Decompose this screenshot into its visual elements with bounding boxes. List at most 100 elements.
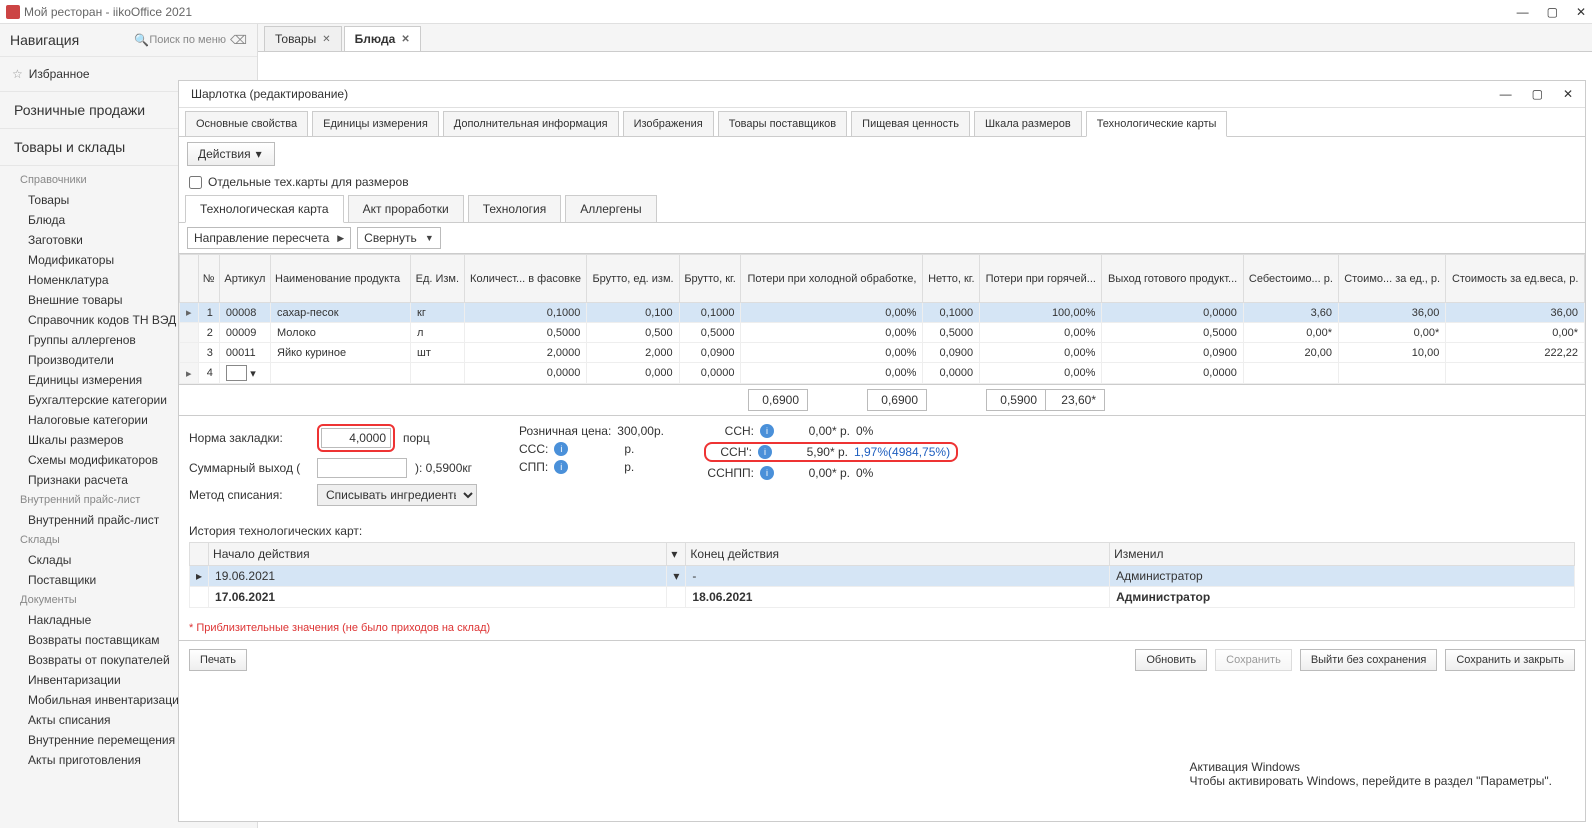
col-hot[interactable]: Потери при горячей... (980, 255, 1102, 303)
col-gross-kg[interactable]: Брутто, кг. (679, 255, 741, 303)
col-unit[interactable]: Ед. Изм. (411, 255, 465, 303)
hist-col-start[interactable]: Начало действия (209, 543, 667, 566)
col-unitcost[interactable]: Стоимо... за ед., р. (1338, 255, 1445, 303)
ptab-techcards[interactable]: Технологические карты (1086, 111, 1228, 137)
arrow-right-icon: ▶ (337, 233, 344, 244)
cell: 0,100 (587, 303, 679, 323)
refresh-button[interactable]: Обновить (1135, 649, 1207, 671)
col-out[interactable]: Выход готового продукт... (1102, 255, 1243, 303)
table-row[interactable]: ▸4 ▾0,00000,0000,00000,00%0,00000,00%0,0… (180, 363, 1585, 384)
cell: 0,0900 (1102, 343, 1243, 363)
cell (1243, 363, 1338, 384)
minimize-icon[interactable]: — (1517, 5, 1529, 19)
retail-label: Розничная цена: (519, 424, 611, 438)
maximize-icon[interactable]: ▢ (1547, 5, 1558, 19)
close-icon[interactable]: ✕ (1563, 87, 1573, 101)
cell: 100,00% (980, 303, 1102, 323)
tab-tovary-label: Товары (275, 32, 316, 46)
ptab-units[interactable]: Единицы измерения (312, 111, 439, 137)
info-icon[interactable]: i (758, 445, 772, 459)
cell (180, 323, 199, 343)
col-net[interactable]: Нетто, кг. (923, 255, 980, 303)
search-placeholder[interactable]: Поиск по меню (149, 34, 226, 46)
total-gkg: 0,6900 (748, 389, 808, 411)
info-icon[interactable]: i (554, 460, 568, 474)
col-name[interactable]: Наименование продукта (271, 255, 411, 303)
ptab-main[interactable]: Основные свойства (185, 111, 308, 137)
recalc-combo[interactable]: Направление пересчета ▶ (187, 227, 351, 249)
dropdown-icon[interactable]: ▾ (667, 566, 686, 587)
col-weightcost[interactable]: Стоимость за ед.веса, p. (1446, 255, 1585, 303)
sum-input[interactable] (317, 458, 407, 478)
cell: 0,00% (980, 323, 1102, 343)
hist-col-by[interactable]: Изменил (1110, 543, 1575, 566)
stab-techcard[interactable]: Технологическая карта (185, 195, 344, 223)
cell: 0,1000 (464, 303, 587, 323)
save-close-button[interactable]: Сохранить и закрыть (1445, 649, 1575, 671)
col-qty[interactable]: Количест... в фасовке (464, 255, 587, 303)
window-titlebar: Мой ресторан - iikoOffice 2021 — ▢ ✕ (0, 0, 1592, 24)
ptab-nutrition[interactable]: Пищевая ценность (851, 111, 970, 137)
collapse-combo[interactable]: Свернуть ▼ (357, 227, 441, 249)
save-button[interactable]: Сохранить (1215, 649, 1292, 671)
history-row[interactable]: 17.06.2021 18.06.2021 Администратор (190, 587, 1575, 608)
ptab-images[interactable]: Изображения (623, 111, 714, 137)
ingredients-grid[interactable]: № Артикул Наименование продукта Ед. Изм.… (179, 253, 1585, 384)
print-button[interactable]: Печать (189, 649, 247, 671)
star-icon: ☆ (12, 67, 23, 81)
col-art[interactable]: Артикул (219, 255, 270, 303)
actions-button[interactable]: Действия ▾ (187, 142, 275, 166)
tab-tovary[interactable]: Товары ✕ (264, 26, 342, 51)
cell: 0,5000 (679, 323, 741, 343)
cell: кг (411, 303, 465, 323)
separate-cards-checkbox[interactable] (189, 176, 202, 189)
exit-button[interactable]: Выйти без сохранения (1300, 649, 1438, 671)
minimize-icon[interactable]: — (1500, 87, 1512, 101)
ssn-label: ССН: (704, 424, 754, 438)
app-icon (6, 5, 20, 19)
norma-input[interactable] (321, 428, 391, 448)
stab-allergens[interactable]: Аллергены (565, 195, 656, 223)
col-gross[interactable]: Брутто, ед. изм. (587, 255, 679, 303)
stab-act[interactable]: Акт проработки (348, 195, 464, 223)
table-row[interactable]: 200009Молокол0,50000,5000,50000,00%0,500… (180, 323, 1585, 343)
table-row[interactable]: 300011Яйко куриноешт2,00002,0000,09000,0… (180, 343, 1585, 363)
dropdown-icon[interactable]: ▾ (667, 543, 686, 566)
col-cost[interactable]: Себестоимо... р. (1243, 255, 1338, 303)
total-out: 0,5900 (986, 389, 1046, 411)
hist-by: Администратор (1110, 587, 1575, 608)
cell: 0,0900 (679, 343, 741, 363)
clear-icon[interactable]: ⌫ (230, 33, 247, 47)
tab-bluda-label: Блюда (355, 32, 396, 46)
method-select[interactable]: Списывать ингредиенты (317, 484, 477, 506)
cell: 0,500 (587, 323, 679, 343)
col-cold[interactable]: Потери при холодной обработке, (741, 255, 923, 303)
cell: 10,00 (1338, 343, 1445, 363)
cell: ▸ (180, 363, 199, 384)
footer: Печать Обновить Сохранить Выйти без сохр… (179, 640, 1585, 679)
history-row[interactable]: ▸ 19.06.2021 ▾ - Администратор (190, 566, 1575, 587)
hist-col-end[interactable]: Конец действия (686, 543, 1110, 566)
ptab-scales[interactable]: Шкала размеров (974, 111, 1082, 137)
cell (1446, 363, 1585, 384)
method-label: Метод списания: (189, 488, 309, 502)
cell: 2 (198, 323, 219, 343)
col-num[interactable]: № (198, 255, 219, 303)
cell: шт (411, 343, 465, 363)
info-icon[interactable]: i (760, 424, 774, 438)
close-icon[interactable]: ✕ (1576, 5, 1586, 19)
stab-tech[interactable]: Технология (468, 195, 562, 223)
cell: 0,00% (741, 363, 923, 384)
tab-bluda[interactable]: Блюда ✕ (344, 26, 421, 51)
ptab-suppliers[interactable]: Товары поставщиков (718, 111, 847, 137)
close-icon[interactable]: ✕ (401, 34, 409, 45)
table-row[interactable]: ▸100008сахар-песоккг0,10000,1000,10000,0… (180, 303, 1585, 323)
maximize-icon[interactable]: ▢ (1532, 87, 1543, 101)
cell: 2,000 (587, 343, 679, 363)
window-title: Мой ресторан - iikoOffice 2021 (24, 5, 1517, 19)
info-icon[interactable]: i (760, 466, 774, 480)
search-icon[interactable]: 🔍 (134, 33, 149, 47)
info-icon[interactable]: i (554, 442, 568, 456)
ptab-extra[interactable]: Дополнительная информация (443, 111, 619, 137)
close-icon[interactable]: ✕ (322, 34, 330, 45)
